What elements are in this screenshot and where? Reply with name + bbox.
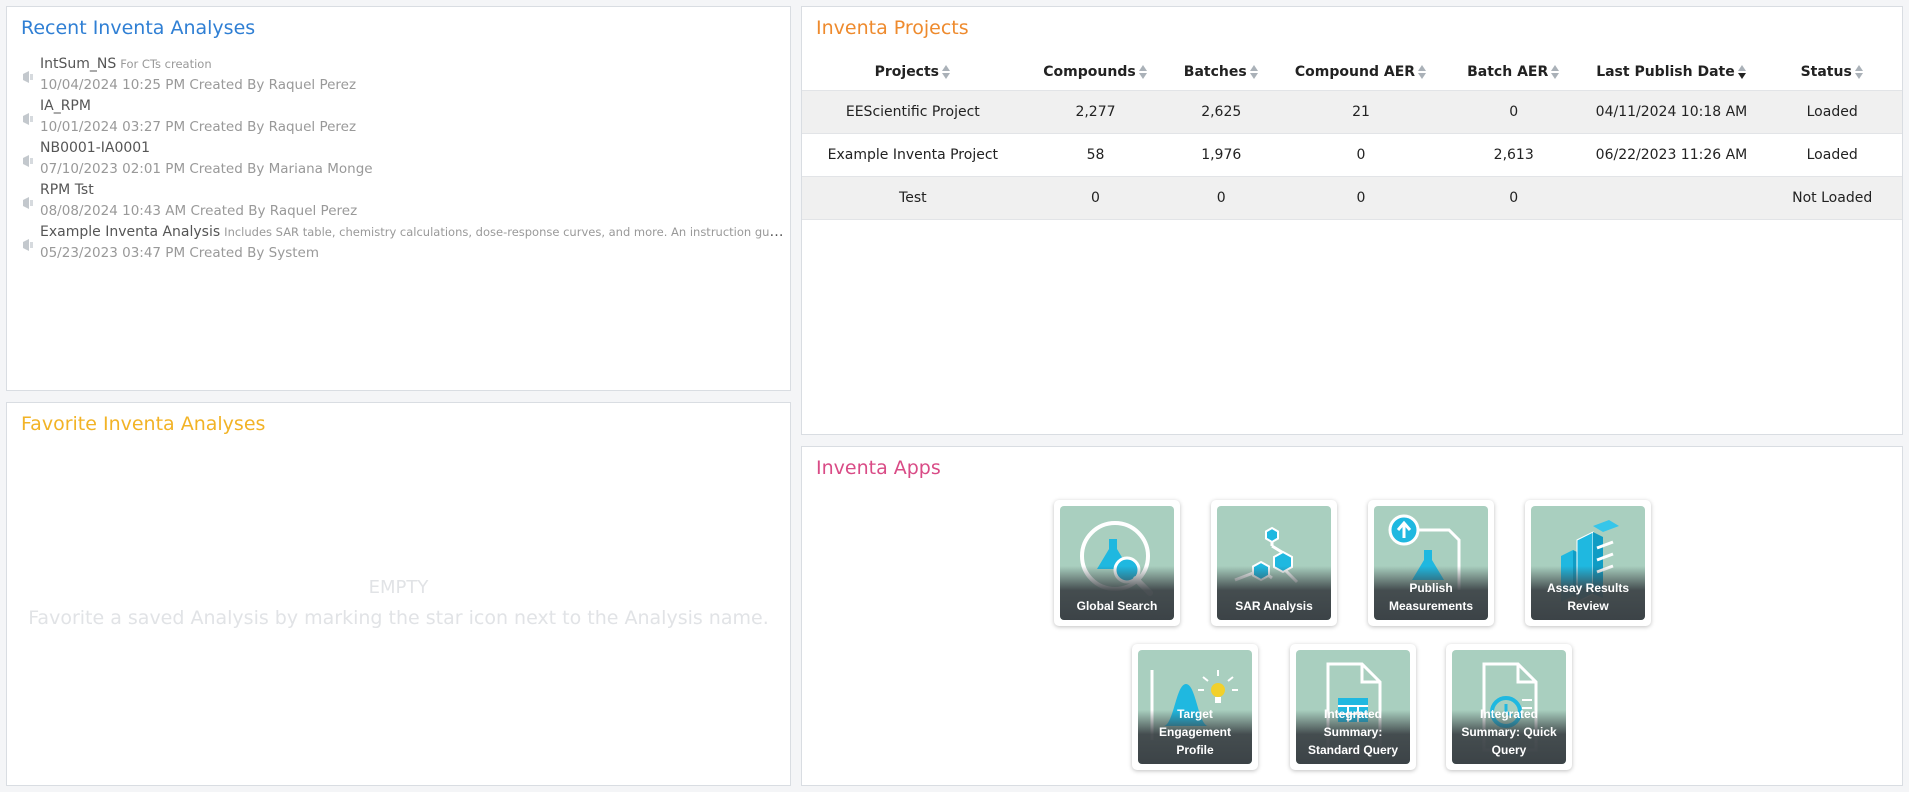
sort-icon[interactable] <box>1249 64 1259 80</box>
app-label: Integrated Summary: Quick Query <box>1461 707 1557 757</box>
app-label: SAR Analysis <box>1235 599 1313 613</box>
app-label: Integrated Summary: Standard Query <box>1307 707 1399 757</box>
cell-batches: 0 <box>1167 176 1276 220</box>
column-header-compound-aer[interactable]: Compound AER <box>1275 54 1447 91</box>
list-item[interactable]: Example Inventa Analysis Includes SAR tab… <box>7 224 790 266</box>
cell-batches: 2,625 <box>1167 90 1276 134</box>
favorite-analyses-panel: Favorite Inventa Analyses EMPTY Favorite… <box>6 402 791 786</box>
projects-table: Projects Compounds Batches Compound AER … <box>802 54 1902 220</box>
sort-descending-icon[interactable] <box>1737 64 1747 80</box>
analysis-name[interactable]: IntSum_NS <box>40 56 116 72</box>
analysis-description: For CTs creation <box>120 57 212 71</box>
analysis-meta: 05/23/2023 03:47 PM Created By System <box>40 245 319 261</box>
analysis-icon <box>23 113 33 125</box>
sort-icon[interactable] <box>1854 64 1864 80</box>
column-header-batch-aer[interactable]: Batch AER <box>1447 54 1581 91</box>
projects-panel: Inventa Projects Projects Compounds Batc… <box>801 6 1903 435</box>
analysis-description: Includes SAR table, chemistry calculatio… <box>224 225 785 239</box>
recent-analyses-title: Recent Inventa Analyses <box>21 17 256 39</box>
analysis-meta: 08/08/2024 10:43 AM Created By Raquel Pe… <box>40 203 358 219</box>
app-tile-global-search[interactable]: Global Search <box>1054 500 1180 626</box>
analysis-icon <box>23 197 33 209</box>
empty-state-title: EMPTY <box>368 577 429 598</box>
cell-status: Not Loaded <box>1762 176 1902 220</box>
cell-compounds: 58 <box>1023 133 1168 177</box>
cell-last-publish <box>1580 176 1763 220</box>
app-tile-integrated-summary-standard-query[interactable]: Integrated Summary: Standard Query <box>1290 644 1416 770</box>
cell-compounds: 0 <box>1023 176 1168 220</box>
cell-last-publish: 06/22/2023 11:26 AM <box>1580 133 1763 177</box>
sort-icon[interactable] <box>1551 64 1560 80</box>
cell-last-publish: 04/11/2024 10:18 AM <box>1580 90 1763 134</box>
analysis-icon <box>23 239 33 251</box>
app-label: Assay Results Review <box>1546 581 1630 613</box>
app-label: Publish Measurements <box>1388 581 1474 613</box>
app-tile-assay-results-review[interactable]: Assay Results Review <box>1525 500 1651 626</box>
cell-project[interactable]: EEScientific Project <box>802 90 1024 134</box>
table-row[interactable]: Test 0 0 0 0 Not Loaded <box>802 176 1902 220</box>
column-header-last-publish-date[interactable]: Last Publish Date <box>1581 54 1763 91</box>
cell-batch-aer: 0 <box>1446 90 1581 134</box>
apps-title: Inventa Apps <box>816 457 941 479</box>
app-tile-target-engagement-profile[interactable]: Target Engagement Profile <box>1132 644 1258 770</box>
cell-batch-aer: 0 <box>1446 176 1581 220</box>
list-item[interactable]: RPM Tst 08/08/2024 10:43 AM Created By R… <box>7 182 790 224</box>
analysis-meta: 07/10/2023 02:01 PM Created By Mariana M… <box>40 161 373 177</box>
table-header-row: Projects Compounds Batches Compound AER … <box>802 54 1902 91</box>
cell-compound-aer: 0 <box>1275 133 1447 177</box>
cell-batch-aer: 2,613 <box>1446 133 1581 177</box>
column-header-compounds[interactable]: Compounds <box>1024 54 1168 91</box>
list-item[interactable]: IntSum_NS For CTs creation 10/04/2024 10:… <box>7 56 790 98</box>
projects-title: Inventa Projects <box>816 17 969 39</box>
cell-compound-aer: 0 <box>1275 176 1447 220</box>
cell-project[interactable]: Example Inventa Project <box>802 133 1024 177</box>
analysis-name[interactable]: RPM Tst <box>40 182 94 198</box>
list-item[interactable]: IA_RPM 10/01/2024 03:27 PM Created By Ra… <box>7 98 790 140</box>
app-tile-sar-analysis[interactable]: SAR Analysis <box>1211 500 1337 626</box>
sort-icon[interactable] <box>1138 64 1148 80</box>
analysis-name[interactable]: Example Inventa Analysis <box>40 224 220 240</box>
recent-analyses-panel: Recent Inventa Analyses IntSum_NS For CTs… <box>6 6 791 391</box>
sort-icon[interactable] <box>1418 64 1427 80</box>
favorite-analyses-title: Favorite Inventa Analyses <box>21 413 266 435</box>
analysis-icon <box>23 155 33 167</box>
table-row[interactable]: EEScientific Project 2,277 2,625 21 0 04… <box>802 90 1902 134</box>
analysis-meta: 10/04/2024 10:25 PM Created By Raquel Pe… <box>40 77 357 93</box>
cell-compound-aer: 21 <box>1275 90 1447 134</box>
column-header-batches[interactable]: Batches <box>1167 54 1275 91</box>
app-tile-publish-measurements[interactable]: Publish Measurements <box>1368 500 1494 626</box>
empty-state-message: Favorite a saved Analysis by marking the… <box>28 607 769 629</box>
cell-status: Loaded <box>1762 133 1902 177</box>
cell-status: Loaded <box>1762 90 1902 134</box>
analysis-name[interactable]: IA_RPM <box>40 98 91 114</box>
cell-project[interactable]: Test <box>802 176 1024 220</box>
analysis-name[interactable]: NB0001-IA0001 <box>40 140 150 156</box>
list-item[interactable]: NB0001-IA0001 07/10/2023 02:01 PM Create… <box>7 140 790 182</box>
column-header-status[interactable]: Status <box>1762 54 1902 91</box>
sort-icon[interactable] <box>942 64 951 80</box>
analysis-icon <box>23 71 33 83</box>
column-header-projects[interactable]: Projects <box>802 54 1024 91</box>
app-tile-integrated-summary-quick-query[interactable]: Integrated Summary: Quick Query <box>1446 644 1572 770</box>
recent-analyses-list: IntSum_NS For CTs creation 10/04/2024 10:… <box>7 56 790 266</box>
cell-batches: 1,976 <box>1167 133 1276 177</box>
app-label: Target Engagement Profile <box>1158 707 1231 757</box>
cell-compounds: 2,277 <box>1023 90 1168 134</box>
analysis-meta: 10/01/2024 03:27 PM Created By Raquel Pe… <box>40 119 357 135</box>
app-label: Global Search <box>1076 599 1158 613</box>
apps-panel: Inventa Apps Global Search SAR Analysis … <box>801 446 1903 786</box>
table-row[interactable]: Example Inventa Project 58 1,976 0 2,613… <box>802 133 1902 177</box>
